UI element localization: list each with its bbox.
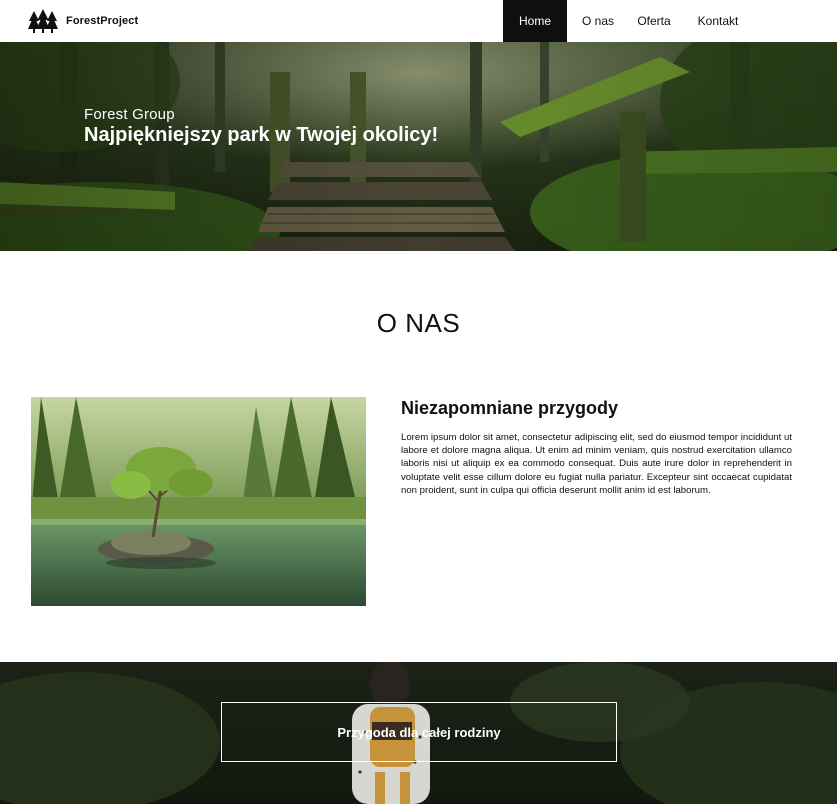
navbar: ForestProject Home O nas Oferta Kontakt (0, 0, 837, 42)
nav-kontakt[interactable]: Kontakt (679, 0, 757, 42)
about-heading: Niezapomniane przygody (401, 398, 619, 418)
nav-home[interactable]: Home (503, 0, 567, 42)
nav-oferta[interactable]: Oferta (629, 0, 679, 42)
main-nav: Home O nas Oferta Kontakt (503, 0, 757, 42)
about-content: Niezapomniane przygody Lorem ipsum dolor… (401, 398, 792, 497)
hero-banner: Forest Group Najpiękniejszy park w Twoje… (0, 42, 837, 251)
about-body: Lorem ipsum dolor sit amet, consectetur … (401, 432, 792, 496)
lake-tree-image (31, 397, 366, 606)
nav-o-nas[interactable]: O nas (567, 0, 629, 42)
family-adventure-button[interactable]: Przygoda dla całej rodziny (221, 702, 617, 762)
section-title-about: O NAS (376, 308, 461, 338)
brand[interactable]: ForestProject (28, 9, 138, 33)
hero-caption: Forest Group Najpiękniejszy park w Twoje… (84, 106, 438, 147)
hero-title: Najpiękniejszy park w Twojej okolicy! (84, 124, 439, 146)
about-image (31, 397, 366, 606)
pine-trees-icon (28, 9, 58, 33)
hero-subtitle: Forest Group (84, 106, 175, 123)
brand-name: ForestProject (66, 15, 139, 27)
